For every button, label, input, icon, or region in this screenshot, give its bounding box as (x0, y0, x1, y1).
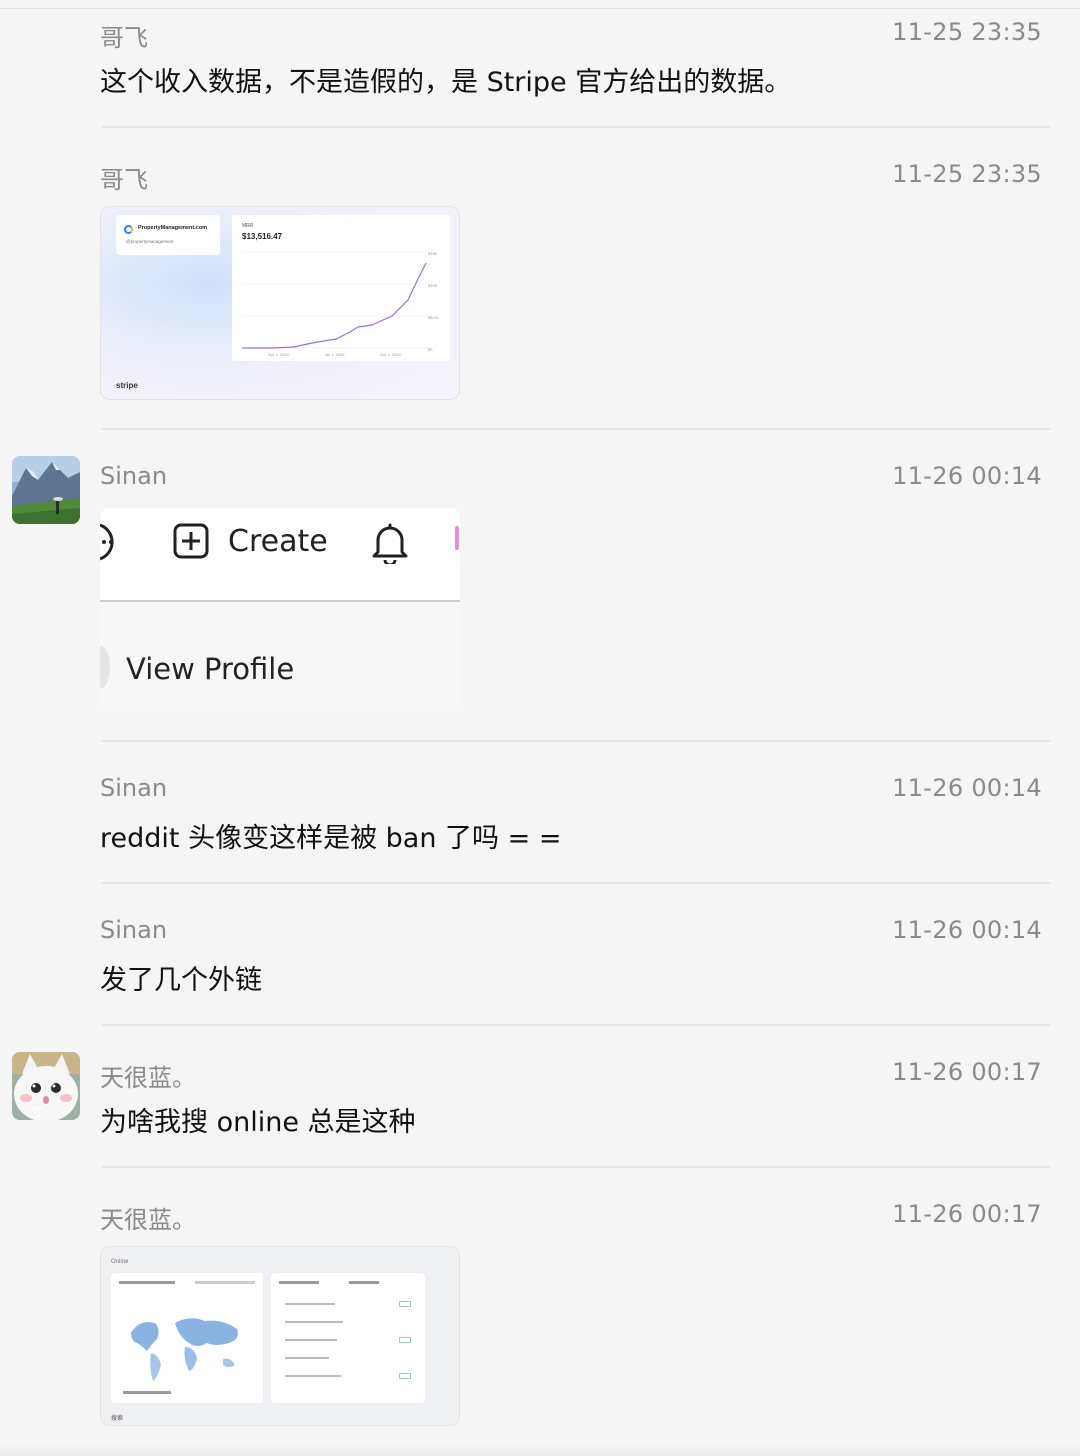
analytics-footer: 搜索 (111, 1416, 124, 1422)
avatar-caption: 哇~ (32, 1105, 53, 1118)
revenue-line (242, 262, 427, 349)
list-row-line (285, 1321, 343, 1323)
view-profile-item: View Profile (100, 602, 460, 712)
y-tick-label: $15K (428, 251, 438, 256)
query-list-panel (271, 1273, 425, 1403)
list-row-line (285, 1303, 335, 1305)
list-row-line (285, 1375, 341, 1377)
message-time: 11-26 00:17 (892, 1200, 1042, 1228)
list-row-line (285, 1357, 329, 1359)
x-tick-label: Jul 1, 2024 (325, 352, 345, 357)
menu-top-bar: Create (100, 508, 460, 600)
world-map-panel (111, 1273, 263, 1403)
message-divider (102, 428, 1050, 430)
avatar[interactable] (12, 456, 80, 524)
message-text: 发了几个外链 (100, 965, 262, 996)
create-button-label: Create (228, 524, 328, 559)
sender-name: 天很蓝。 (100, 1064, 196, 1092)
avatar[interactable]: 哇~ (12, 1052, 80, 1120)
stripe-brand-label: stripe (116, 381, 138, 390)
message-text: reddit 头像变这样是被 ban 了吗 = = (100, 823, 562, 854)
bottom-edge (0, 1442, 1080, 1456)
avatar-edge-decoration (455, 526, 459, 550)
chat-icon (100, 523, 114, 561)
analytics-title: Online (111, 1259, 129, 1265)
sender-name: 天很蓝。 (100, 1206, 196, 1234)
panel-footer-bar (123, 1391, 171, 1394)
message-time: 11-26 00:14 (892, 916, 1042, 944)
message-divider (102, 882, 1050, 884)
trend-badge (399, 1337, 411, 1343)
sender-name: 哥飞 (100, 24, 148, 52)
x-tick-label: Oct 1, 2024 (380, 352, 401, 357)
company-card: PropertyManagement.com @propertymanageme… (116, 215, 220, 255)
message-text: 为啥我搜 online 总是这种 (100, 1107, 416, 1138)
company-handle: @propertymanagement (126, 239, 174, 244)
world-map-icon (131, 1318, 238, 1381)
stripe-screenshot-image[interactable]: PropertyManagement.com @propertymanageme… (100, 206, 460, 400)
notification-bell-icon (372, 523, 408, 564)
company-name: PropertyManagement.com (138, 225, 208, 231)
sender-name: 哥飞 (100, 166, 148, 194)
y-tick-label: $0 (428, 347, 433, 352)
message-time: 11-25 23:35 (892, 18, 1042, 46)
create-plus-icon (173, 523, 209, 559)
trend-badge (399, 1373, 411, 1379)
message-time: 11-26 00:14 (892, 774, 1042, 802)
revenue-line-chart: $15K $10K $5.0K $0 Apr 1, 2024 Jul 1, 20… (242, 251, 439, 357)
company-logo-icon (124, 225, 133, 234)
message-divider (102, 126, 1050, 128)
reddit-menu-screenshot-image[interactable]: Create View Profile (100, 508, 460, 712)
sender-name: Sinan (100, 916, 168, 944)
y-tick-label: $10K (428, 283, 438, 288)
top-divider (0, 8, 1080, 9)
view-profile-label: View Profile (126, 652, 295, 686)
message-divider (102, 1166, 1050, 1168)
panel-header-bar (349, 1281, 379, 1284)
message-time: 11-26 00:14 (892, 462, 1042, 490)
profile-avatar-edge (100, 646, 110, 688)
sender-name: Sinan (100, 462, 168, 490)
message-time: 11-25 23:35 (892, 160, 1042, 188)
panel-header-bar (279, 1281, 319, 1284)
trend-badge (399, 1301, 411, 1307)
mountain-landscape-avatar-icon (12, 456, 80, 524)
message-divider (102, 1024, 1050, 1026)
y-tick-label: $5.0K (428, 315, 439, 320)
revenue-chart-panel: MRR $13,516.47 $15K $10K $5.0K $0 Apr 1,… (232, 215, 450, 361)
list-row-line (285, 1339, 337, 1341)
x-tick-label: Apr 1, 2024 (268, 352, 289, 357)
panel-toolbar-bar (195, 1281, 255, 1284)
message-divider (102, 740, 1050, 742)
analytics-screenshot-image[interactable]: Online 搜索 (100, 1246, 460, 1426)
panel-header-bar (119, 1281, 175, 1284)
message-time: 11-26 00:17 (892, 1058, 1042, 1086)
message-text: 这个收入数据，不是造假的，是 Stripe 官方给出的数据。 (100, 67, 792, 98)
sender-name: Sinan (100, 774, 168, 802)
